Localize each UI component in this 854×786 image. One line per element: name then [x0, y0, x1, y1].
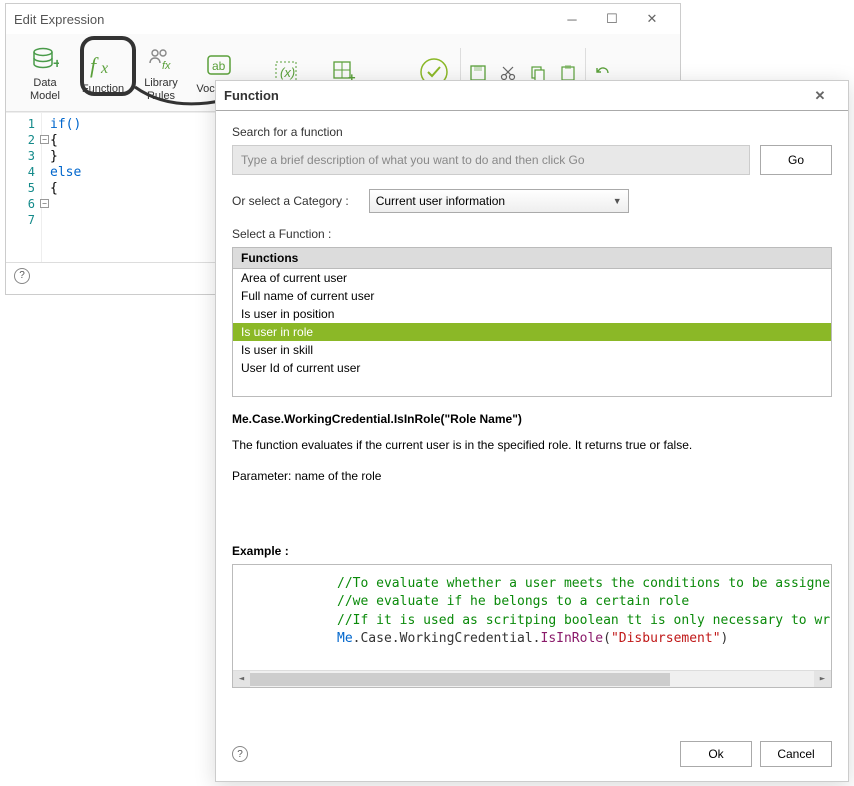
example-code-line: Me.Case.WorkingCredential.IsInRole("Disb… — [337, 630, 817, 648]
database-icon: + — [29, 43, 61, 75]
scroll-left-icon[interactable]: ◄ — [233, 671, 250, 688]
dialog-title: Function — [224, 88, 279, 103]
paste-icon — [559, 64, 577, 82]
undo-icon — [594, 64, 612, 82]
ok-button[interactable]: Ok — [680, 741, 752, 767]
chevron-down-icon: ▼ — [613, 196, 622, 206]
search-placeholder: Type a brief description of what you wan… — [241, 153, 585, 167]
ab-icon: ab — [203, 49, 235, 81]
minimize-button[interactable]: ─ — [552, 4, 592, 34]
line-gutter: 1 2− 3 4 5 6− 7 — [6, 113, 42, 262]
function-list[interactable]: Functions Area of current user Full name… — [232, 247, 832, 397]
toolbar-label: Data Model — [30, 77, 60, 101]
description-block: Me.Case.WorkingCredential.IsInRole("Role… — [232, 409, 832, 486]
dialog-close-button[interactable]: ✕ — [800, 81, 840, 111]
function-item-selected[interactable]: Is user in role — [233, 323, 831, 341]
fx-icon: fx — [87, 49, 119, 81]
example-label: Example : — [232, 544, 832, 558]
function-button[interactable]: fx Function — [74, 38, 132, 108]
function-signature: Me.Case.WorkingCredential.IsInRole("Role… — [232, 409, 832, 429]
maximize-button[interactable]: ☐ — [592, 4, 632, 34]
main-title: Edit Expression — [14, 12, 104, 27]
search-input[interactable]: Type a brief description of what you wan… — [232, 145, 750, 175]
go-button[interactable]: Go — [760, 145, 832, 175]
library-rules-button[interactable]: fx Library Rules — [132, 38, 190, 108]
function-item[interactable]: Is user in position — [233, 305, 831, 323]
function-description: The function evaluates if the current us… — [232, 435, 832, 455]
category-label: Or select a Category : — [232, 194, 349, 208]
copy-icon — [529, 64, 547, 82]
example-comment: //If it is used as scritping boolean tt … — [337, 612, 817, 630]
people-fx-icon: fx — [145, 43, 177, 75]
function-item[interactable]: Full name of current user — [233, 287, 831, 305]
svg-text:+: + — [53, 55, 59, 71]
dialog-titlebar: Function ✕ — [216, 81, 848, 111]
help-icon[interactable]: ? — [232, 746, 248, 762]
svg-text:fx: fx — [162, 60, 171, 72]
function-item[interactable]: User Id of current user — [233, 359, 831, 377]
code-line: if() — [50, 117, 81, 132]
data-model-button[interactable]: + Data Model — [16, 38, 74, 108]
svg-text:ab: ab — [212, 59, 226, 73]
category-select[interactable]: Current user information ▼ — [369, 189, 629, 213]
scroll-thumb[interactable] — [250, 673, 670, 686]
function-item[interactable]: Area of current user — [233, 269, 831, 287]
svg-text:x: x — [100, 60, 108, 77]
search-label: Search for a function — [232, 125, 832, 139]
function-dialog: Function ✕ Search for a function Type a … — [215, 80, 849, 782]
dialog-footer: ? Ok Cancel — [232, 733, 832, 767]
example-comment: //we evaluate if he belongs to a certain… — [337, 593, 817, 611]
function-parameter: Parameter: name of the role — [232, 466, 832, 486]
select-function-label: Select a Function : — [232, 227, 832, 241]
svg-text:(x): (x) — [280, 65, 295, 80]
main-titlebar: Edit Expression ─ ☐ ✕ — [6, 4, 680, 34]
example-box: //To evaluate whether a user meets the c… — [232, 564, 832, 688]
close-button[interactable]: ✕ — [632, 4, 672, 34]
functions-header: Functions — [233, 248, 831, 269]
save-icon — [469, 64, 487, 82]
scroll-right-icon[interactable]: ► — [814, 671, 831, 688]
toolbar-label: Library Rules — [144, 77, 178, 101]
function-item[interactable]: Is user in skill — [233, 341, 831, 359]
toolbar-label: Function — [82, 83, 124, 95]
code-line: else — [50, 165, 81, 180]
svg-text:f: f — [90, 53, 99, 78]
category-value: Current user information — [376, 194, 505, 208]
cancel-button[interactable]: Cancel — [760, 741, 832, 767]
scissors-icon — [499, 64, 517, 82]
horizontal-scrollbar[interactable]: ◄ ► — [233, 670, 831, 687]
help-icon[interactable]: ? — [14, 268, 30, 284]
example-comment: //To evaluate whether a user meets the c… — [337, 575, 817, 593]
